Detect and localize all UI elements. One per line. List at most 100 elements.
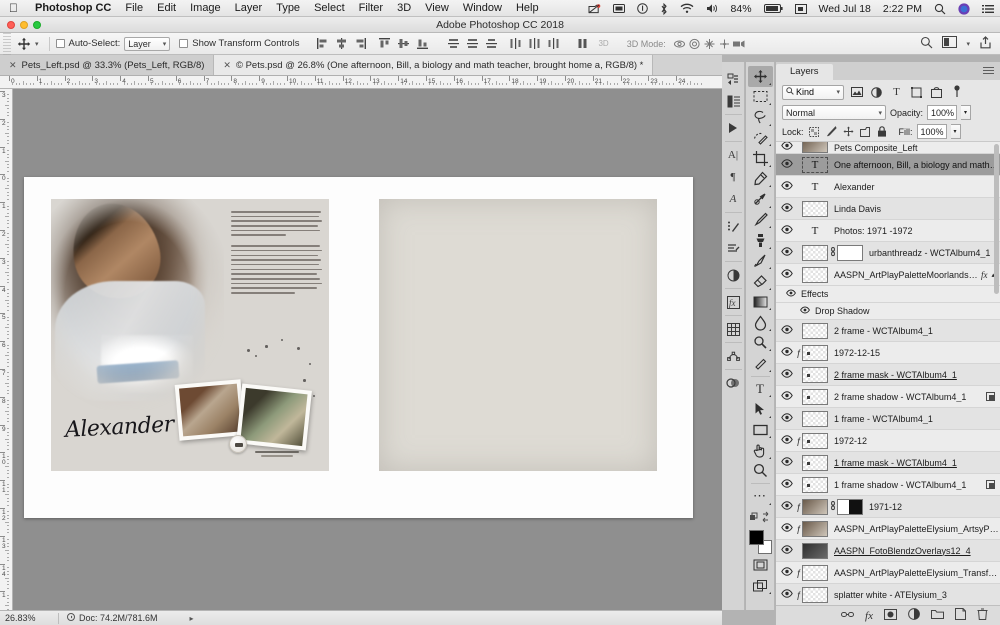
left-page-artwork[interactable]: Alexander (51, 199, 329, 471)
link-icon[interactable] (828, 500, 837, 513)
layer-thumbnail[interactable] (802, 454, 828, 471)
history-icon[interactable] (723, 68, 744, 90)
layer-visibility-eye-icon[interactable] (778, 412, 795, 425)
menu-item-type[interactable]: Type (269, 2, 307, 14)
layer-thumbnail-type-icon[interactable]: T (802, 156, 828, 173)
layer-effect-row[interactable]: Drop Shadow (776, 303, 1000, 320)
layer-row[interactable]: ƒ 1972-12-15 (776, 342, 1000, 364)
document-canvas[interactable]: Alexander (13, 89, 722, 610)
layer-thumbnail[interactable] (802, 542, 828, 559)
layer-thumbnail[interactable] (802, 564, 828, 581)
brush-settings-icon[interactable] (723, 215, 744, 237)
layer-visibility-eye-icon[interactable] (778, 142, 795, 153)
duplicate-icon[interactable] (986, 392, 995, 401)
layer-visibility-eye-icon[interactable] (798, 306, 812, 317)
align-vertical-centers-icon[interactable] (396, 36, 411, 51)
layer-visibility-eye-icon[interactable] (784, 289, 798, 300)
swap-colors-icon[interactable] (748, 507, 773, 528)
adjustment-layers-icon[interactable] (869, 85, 884, 100)
layer-thumbnail[interactable] (802, 266, 828, 283)
right-page-artwork[interactable] (379, 199, 657, 471)
layer-visibility-eye-icon[interactable] (778, 390, 795, 403)
align-horizontal-centers-icon[interactable] (334, 36, 349, 51)
delete-layer-icon[interactable] (977, 608, 988, 623)
layer-thumbnail-type-icon[interactable]: T (802, 223, 828, 239)
dodge-tool-icon[interactable] (748, 333, 773, 354)
blur-tool-icon[interactable] (748, 312, 773, 333)
layer-row[interactable]: T Photos: 1971 -1972 (776, 220, 1000, 242)
menu-item-3d[interactable]: 3D (390, 2, 418, 14)
layer-row[interactable]: AASPN_FotoBlendzOverlays12_4 (776, 540, 1000, 562)
distribute-right-edges-icon[interactable] (546, 36, 561, 51)
eyedropper-tool-icon[interactable] (748, 169, 773, 190)
duplicate-icon[interactable] (986, 480, 995, 489)
layer-list[interactable]: Pets Composite_Left T One afternoon, Bill,… (776, 141, 1000, 605)
lock-artboard-icon[interactable] (859, 125, 872, 138)
layer-thumbnail[interactable] (802, 388, 828, 405)
roll-3d-icon[interactable] (687, 36, 702, 51)
panel-menu-icon[interactable] (983, 67, 994, 75)
layer-visibility-eye-icon[interactable] (778, 158, 795, 171)
menu-item-help[interactable]: Help (509, 2, 546, 14)
layer-row[interactable]: Linda Davis (776, 198, 1000, 220)
menu-item-photoshop[interactable]: Photoshop CC (28, 2, 118, 14)
distribute-vertical-centers-icon[interactable] (465, 36, 480, 51)
layer-visibility-eye-icon[interactable] (778, 500, 795, 513)
notification-center-icon[interactable] (976, 4, 1000, 14)
layer-row[interactable]: ƒ AASPN_ArtPlayPaletteElysium_Transfer3 (776, 562, 1000, 584)
crop-tool-icon[interactable] (748, 148, 773, 169)
screen-capture-icon[interactable] (789, 3, 813, 14)
lock-all-icon[interactable] (876, 125, 889, 138)
align-bottom-edges-icon[interactable] (415, 36, 430, 51)
workspace-icon[interactable] (942, 36, 958, 51)
auto-select-scope-select[interactable]: Layer ▾ (124, 36, 171, 51)
history-brush-tool-icon[interactable] (748, 251, 773, 272)
document-info[interactable]: Doc: 74.2M/781.6M ▸ (59, 613, 194, 623)
scale-3d-icon[interactable] (732, 36, 747, 51)
path-selection-tool-icon[interactable] (748, 399, 773, 420)
pan-3d-icon[interactable] (702, 36, 717, 51)
close-icon[interactable]: ✕ (9, 60, 17, 71)
layer-thumbnail[interactable] (802, 498, 828, 515)
wifi-icon[interactable] (674, 3, 700, 14)
layer-visibility-eye-icon[interactable] (778, 522, 795, 535)
lock-transparency-icon[interactable] (808, 125, 821, 138)
new-adjustment-layer-icon[interactable] (908, 608, 920, 623)
layers-scrollbar[interactable] (994, 144, 999, 294)
options-bar-grip[interactable] (0, 32, 11, 55)
layer-filter-kind-select[interactable]: Kind ▾ (782, 84, 844, 100)
layer-visibility-eye-icon[interactable] (778, 544, 795, 557)
type-layers-icon[interactable]: T (889, 85, 904, 100)
close-button[interactable] (7, 21, 15, 29)
layer-visibility-eye-icon[interactable] (778, 478, 795, 491)
layer-visibility-eye-icon[interactable] (778, 566, 795, 579)
close-icon[interactable]: ✕ (223, 60, 231, 71)
zoom-level[interactable]: 26.83% (0, 613, 58, 623)
opacity-value[interactable]: 100% (927, 105, 958, 120)
gradient-tool-icon[interactable] (748, 292, 773, 313)
paths-icon[interactable] (723, 345, 744, 367)
zoom-button[interactable] (33, 21, 41, 29)
quick-mask-icon[interactable] (748, 555, 773, 576)
pixel-layers-icon[interactable] (849, 85, 864, 100)
color-swatches[interactable] (748, 529, 773, 555)
layer-visibility-eye-icon[interactable] (778, 434, 795, 447)
shape-layers-icon[interactable] (909, 85, 924, 100)
menu-item-layer[interactable]: Layer (228, 2, 270, 14)
current-tool-move-icon[interactable]: ▾ (11, 37, 43, 51)
actions-play-icon[interactable] (723, 117, 744, 139)
layer-visibility-eye-icon[interactable] (778, 588, 795, 601)
distribute-spacing-icon[interactable] (575, 36, 590, 51)
layer-visibility-eye-icon[interactable] (778, 268, 795, 281)
layer-visibility-eye-icon[interactable] (778, 346, 795, 359)
brush-tool-icon[interactable] (748, 210, 773, 231)
character-icon[interactable]: A| (723, 144, 744, 166)
layer-thumbnail[interactable] (802, 586, 828, 603)
new-layer-icon[interactable] (955, 608, 966, 623)
layer-mask-thumbnail[interactable] (837, 244, 863, 261)
layer-thumbnail[interactable] (802, 410, 828, 427)
brush-presets-icon[interactable] (723, 237, 744, 259)
info-circle-icon[interactable] (631, 3, 654, 14)
link-layers-icon[interactable] (841, 610, 855, 622)
orbit-3d-icon[interactable] (672, 36, 687, 51)
